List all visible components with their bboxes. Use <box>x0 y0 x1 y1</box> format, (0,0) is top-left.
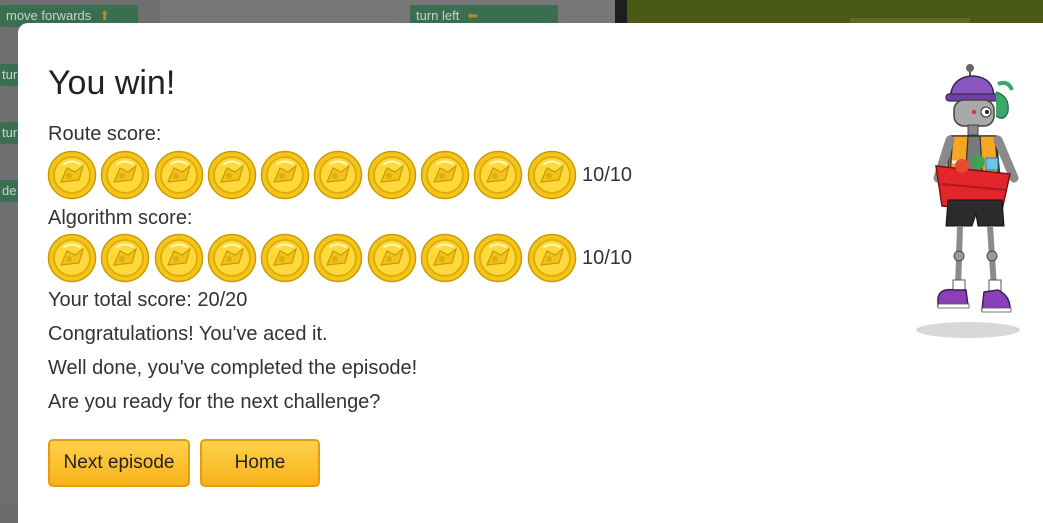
gold-coin-icon <box>367 233 417 283</box>
block-label: move forwards <box>6 8 92 23</box>
gold-coin-icon <box>207 150 257 200</box>
home-button[interactable]: Home <box>200 439 320 487</box>
algorithm-score-label: Algorithm score: <box>48 207 193 229</box>
message-next-challenge: Are you ready for the next challenge? <box>48 391 381 413</box>
algorithm-score-value: 10/10 <box>581 246 633 269</box>
gold-coin-icon <box>154 233 203 283</box>
gold-coin-icon <box>474 233 523 283</box>
win-dialog: You win! Route score: 10/10 Algorithm sc… <box>18 23 1043 523</box>
gold-coin-icon <box>367 150 417 200</box>
message-congratulations: Congratulations! You've aced it. <box>48 323 328 345</box>
arrow-left-icon: ⬅ <box>467 8 479 23</box>
gold-coin-icon <box>527 150 576 200</box>
route-score-label: Route score: <box>48 123 162 145</box>
next-episode-button[interactable]: Next episode <box>48 439 190 487</box>
gold-coin-icon <box>154 150 203 200</box>
gold-coin-icon <box>314 233 363 283</box>
gold-coin-icon <box>420 233 470 283</box>
gold-coin-icon <box>101 150 150 200</box>
route-score-value: 10/10 <box>581 163 633 186</box>
gold-coin-icon <box>207 233 257 283</box>
gold-coin-icon <box>474 150 523 200</box>
gold-coin-icon <box>47 150 97 200</box>
algorithm-coins: 10/10 <box>47 233 632 283</box>
gold-coin-icon <box>260 233 310 283</box>
arrow-up-icon: ⬆ <box>99 8 111 23</box>
message-completed: Well done, you've completed the episode! <box>48 357 418 379</box>
gold-coin-icon <box>260 150 310 200</box>
total-score: Your total score: 20/20 <box>48 289 248 311</box>
gold-coin-icon <box>101 233 150 283</box>
robot-mascot-illustration <box>916 64 1020 338</box>
block-turn: tur <box>0 122 20 144</box>
gold-coin-icon <box>420 150 470 200</box>
gold-coin-icon <box>314 150 363 200</box>
dialog-title: You win! <box>48 64 176 102</box>
gold-coin-icon <box>47 233 97 283</box>
block-turn: tur <box>0 64 20 86</box>
route-coins: 10/10 <box>47 150 632 200</box>
block-label: turn left <box>416 8 460 23</box>
gold-coin-icon <box>527 233 576 283</box>
block-deliver: de <box>0 180 20 202</box>
